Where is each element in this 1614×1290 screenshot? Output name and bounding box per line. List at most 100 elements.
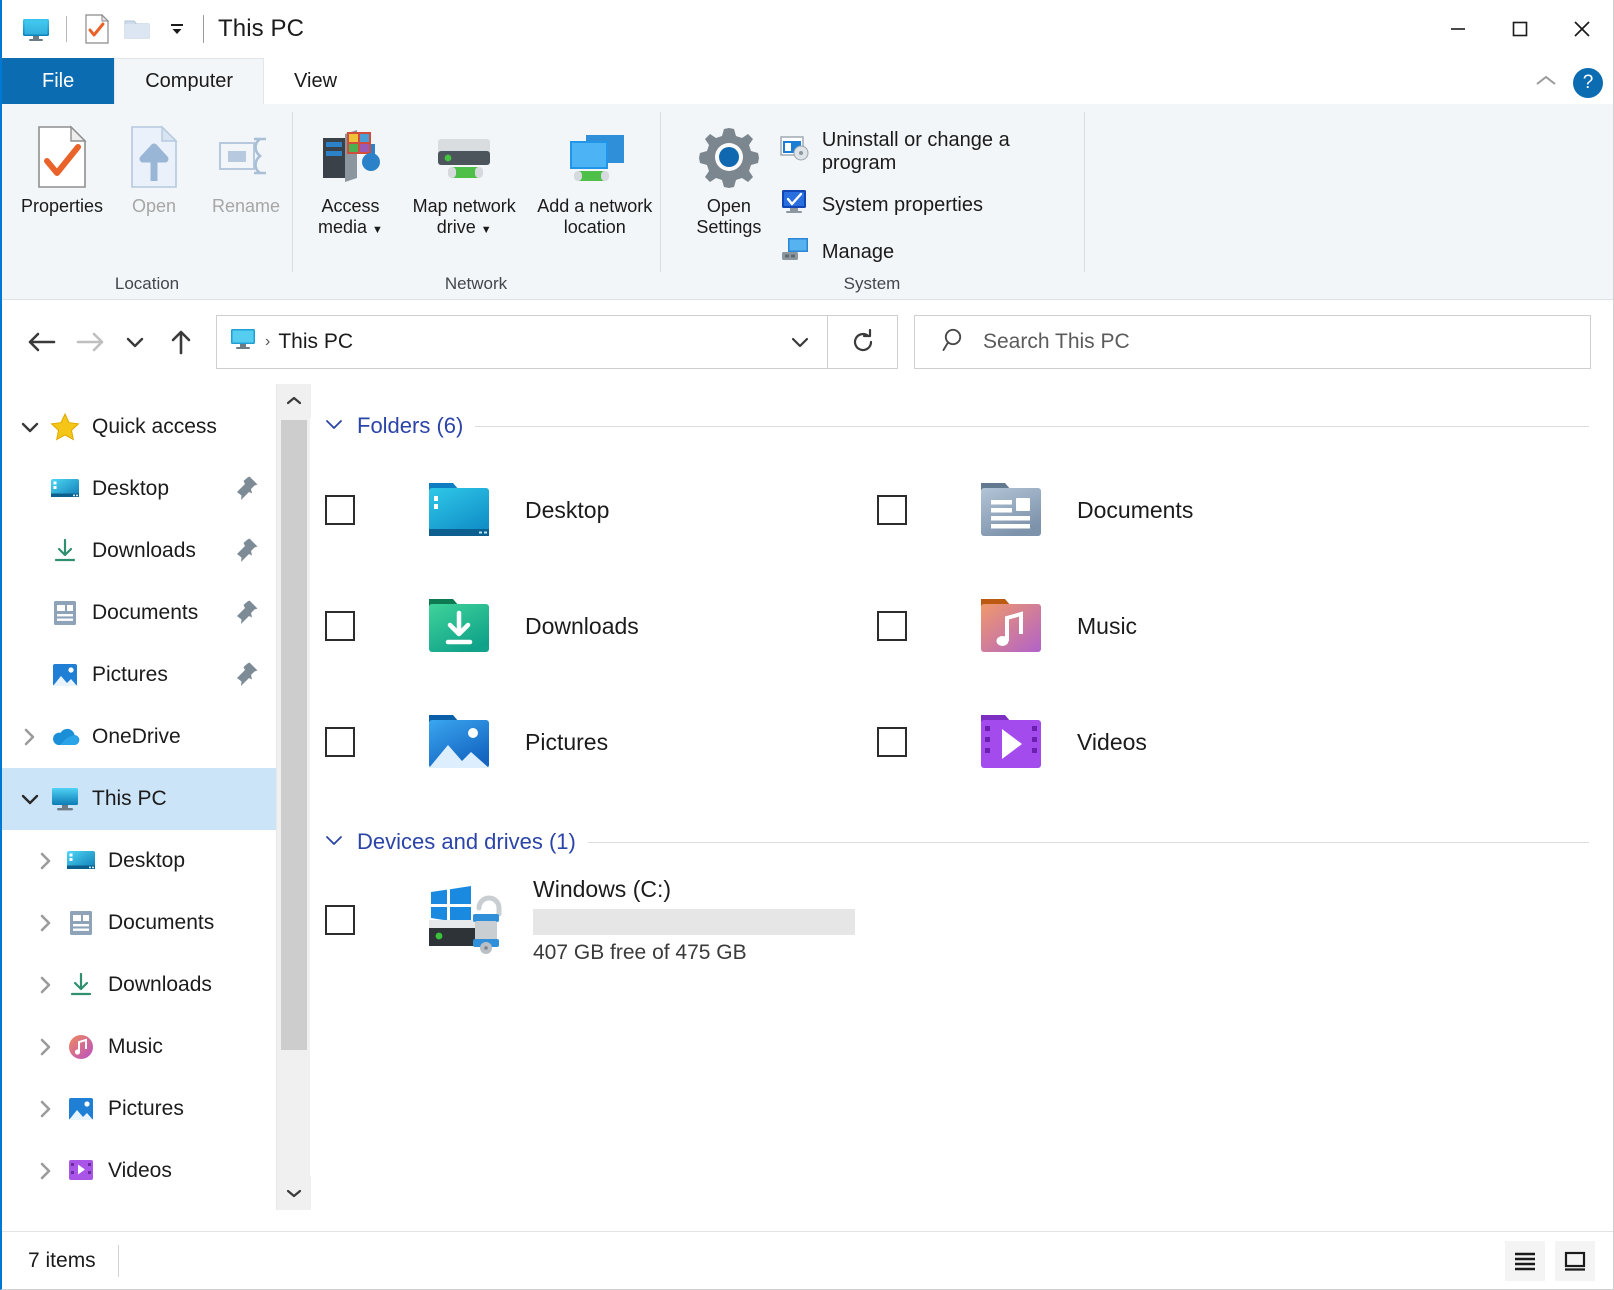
- status-divider: [118, 1245, 119, 1277]
- this-pc-icon[interactable]: [16, 9, 56, 49]
- item-checkbox[interactable]: [877, 495, 907, 525]
- refresh-button[interactable]: [828, 315, 898, 369]
- chevron-right-icon[interactable]: [12, 726, 48, 748]
- folder-tile-music[interactable]: Music: [863, 568, 1613, 684]
- sidebar-item-pictures-pc[interactable]: Pictures: [2, 1078, 276, 1140]
- sidebar-item-desktop-qa[interactable]: Desktop: [2, 458, 276, 520]
- item-checkbox[interactable]: [877, 611, 907, 641]
- folder-pictures-icon: [423, 700, 507, 784]
- up-button[interactable]: [158, 319, 204, 365]
- manage-item[interactable]: Manage: [776, 232, 1084, 272]
- scrollbar-thumb[interactable]: [281, 420, 307, 1050]
- folder-tile-downloads[interactable]: Downloads: [311, 568, 863, 684]
- open-settings-button[interactable]: Open Settings: [682, 114, 776, 237]
- section-title: Folders (6): [357, 413, 463, 439]
- sidebar-item-videos-pc[interactable]: Videos: [2, 1140, 276, 1202]
- uninstall-program-item[interactable]: Uninstall or change a program: [776, 126, 1084, 178]
- ribbon-tabs: File Computer View ?: [2, 58, 1613, 104]
- scroll-down-button[interactable]: [277, 1176, 311, 1210]
- drive-row-windows-c[interactable]: Windows (C:) 407 GB free of 475 GB: [311, 862, 1613, 978]
- item-checkbox[interactable]: [325, 905, 355, 935]
- back-button[interactable]: [20, 319, 66, 365]
- sidebar-item-pictures-qa[interactable]: Pictures: [2, 644, 276, 706]
- sidebar-item-onedrive[interactable]: OneDrive: [2, 706, 276, 768]
- sidebar-item-this-pc[interactable]: This PC: [2, 768, 276, 830]
- ribbon: Properties Open: [2, 104, 1613, 300]
- chevron-right-icon[interactable]: [28, 1160, 64, 1182]
- ribbon-group-network: Access media ▼ Map network drive ▼: [292, 104, 660, 299]
- add-network-location-button[interactable]: Add a network location: [529, 114, 660, 237]
- minimize-button[interactable]: [1427, 0, 1489, 58]
- chevron-right-icon[interactable]: [28, 1098, 64, 1120]
- folder-tile-documents[interactable]: Documents: [863, 452, 1613, 568]
- help-button[interactable]: ?: [1573, 68, 1603, 98]
- chevron-up-icon[interactable]: [1533, 72, 1559, 95]
- address-dropdown-button[interactable]: [773, 316, 827, 368]
- new-folder-icon[interactable]: [117, 9, 157, 49]
- close-button[interactable]: [1551, 0, 1613, 58]
- folder-tile-videos[interactable]: Videos: [863, 684, 1613, 800]
- recent-locations-button[interactable]: [112, 319, 158, 365]
- address-bar[interactable]: › This PC: [216, 315, 828, 369]
- search-box[interactable]: Search This PC: [914, 315, 1591, 369]
- map-network-drive-icon: [430, 120, 498, 194]
- folder-tile-pictures[interactable]: Pictures: [311, 684, 863, 800]
- maximize-button[interactable]: [1489, 0, 1551, 58]
- item-count: 7 items: [28, 1249, 96, 1273]
- pin-icon[interactable]: [234, 598, 260, 629]
- sidebar-item-downloads-pc[interactable]: Downloads: [2, 954, 276, 1016]
- tab-file[interactable]: File: [2, 58, 114, 104]
- sidebar-item-documents-pc[interactable]: Documents: [2, 892, 276, 954]
- properties-check-icon[interactable]: [77, 9, 117, 49]
- scroll-up-button[interactable]: [277, 384, 311, 418]
- system-properties-item[interactable]: System properties: [776, 185, 1084, 225]
- tab-view[interactable]: View: [264, 58, 367, 104]
- section-header-devices[interactable]: Devices and drives (1): [311, 822, 1613, 862]
- chevron-right-icon[interactable]: [28, 850, 64, 872]
- item-checkbox[interactable]: [325, 611, 355, 641]
- forward-button[interactable]: [66, 319, 112, 365]
- rename-button-label: Rename: [212, 196, 280, 217]
- rename-button[interactable]: Rename: [200, 114, 292, 217]
- map-network-drive-button[interactable]: Map network drive ▼: [399, 114, 530, 237]
- breadcrumb[interactable]: › This PC: [217, 326, 773, 358]
- chevron-right-icon[interactable]: [28, 1036, 64, 1058]
- sidebar-item-downloads-qa[interactable]: Downloads: [2, 520, 276, 582]
- sidebar-item-music-pc[interactable]: Music: [2, 1016, 276, 1078]
- search-input[interactable]: Search This PC: [983, 330, 1130, 354]
- chevron-down-icon[interactable]: ▼: [481, 224, 492, 236]
- chevron-down-icon[interactable]: [323, 416, 345, 437]
- sidebar-item-documents-qa[interactable]: Documents: [2, 582, 276, 644]
- chevron-down-icon[interactable]: ▼: [372, 224, 383, 236]
- customize-dropdown-icon[interactable]: [157, 9, 197, 49]
- this-pc-icon: [48, 785, 82, 813]
- item-checkbox[interactable]: [877, 727, 907, 757]
- chevron-right-icon[interactable]: [28, 974, 64, 996]
- chevron-right-icon[interactable]: [28, 912, 64, 934]
- manage-label: Manage: [822, 241, 894, 264]
- access-media-button[interactable]: Access media ▼: [302, 114, 399, 237]
- item-checkbox[interactable]: [325, 495, 355, 525]
- chevron-down-icon[interactable]: [323, 832, 345, 853]
- large-icons-view-button[interactable]: [1555, 1241, 1595, 1281]
- chevron-down-icon[interactable]: [12, 419, 48, 435]
- pin-icon[interactable]: [234, 536, 260, 567]
- folder-tile-desktop[interactable]: Desktop: [311, 452, 863, 568]
- pictures-icon: [64, 1095, 98, 1123]
- sidebar-item-quick-access[interactable]: Quick access: [2, 396, 276, 458]
- item-checkbox[interactable]: [325, 727, 355, 757]
- breadcrumb-crumb-this-pc[interactable]: This PC: [278, 330, 353, 354]
- details-view-button[interactable]: [1505, 1241, 1545, 1281]
- open-settings-button-label: Open Settings: [682, 196, 776, 237]
- sidebar-item-desktop-pc[interactable]: Desktop: [2, 830, 276, 892]
- pin-icon[interactable]: [234, 474, 260, 505]
- chevron-down-icon[interactable]: [12, 791, 48, 807]
- pin-icon[interactable]: [234, 660, 260, 691]
- section-header-folders[interactable]: Folders (6): [311, 406, 1613, 446]
- properties-button[interactable]: Properties: [16, 114, 108, 217]
- tab-computer[interactable]: Computer: [114, 58, 264, 104]
- sidebar-scrollbar[interactable]: [276, 384, 310, 1210]
- main-area: Quick access Desktop: [2, 384, 1613, 1210]
- open-button[interactable]: Open: [108, 114, 200, 217]
- open-button-label: Open: [132, 196, 176, 217]
